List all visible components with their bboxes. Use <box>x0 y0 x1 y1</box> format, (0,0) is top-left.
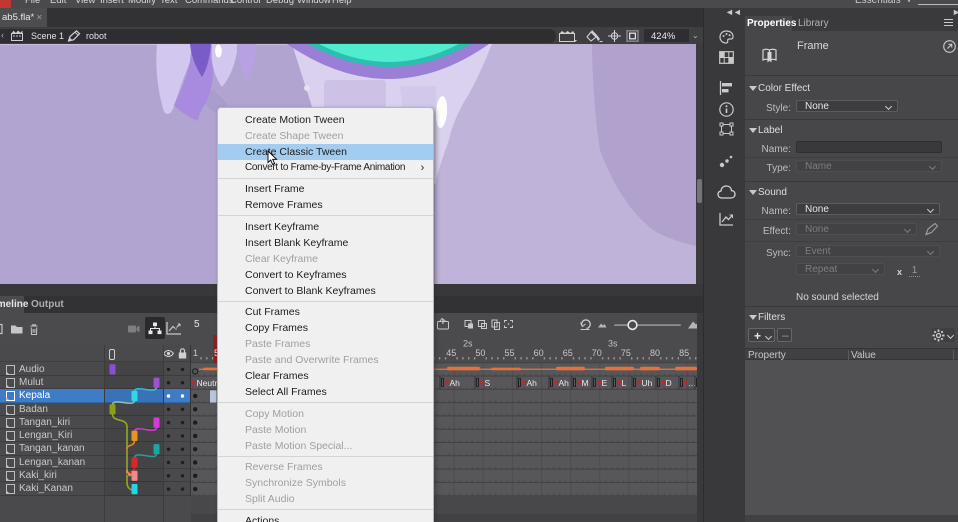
svg-text:65: 65 <box>563 348 573 358</box>
svg-text:S: S <box>485 378 491 388</box>
svg-text:50: 50 <box>475 348 485 358</box>
svg-text:2s: 2s <box>463 339 473 349</box>
svg-text:55: 55 <box>504 348 514 358</box>
svg-text:Ah: Ah <box>450 378 461 388</box>
svg-text:70: 70 <box>592 348 602 358</box>
svg-text:Ah: Ah <box>559 378 570 388</box>
svg-text:3s: 3s <box>608 339 618 349</box>
svg-text:Ah: Ah <box>527 378 538 388</box>
svg-text:D: D <box>666 378 672 388</box>
svg-text:1: 1 <box>193 348 198 358</box>
svg-text:5: 5 <box>194 319 200 330</box>
svg-text:E: E <box>602 378 608 388</box>
svg-text:M: M <box>582 378 589 388</box>
svg-text:L: L <box>622 378 627 388</box>
svg-text:45: 45 <box>446 348 456 358</box>
svg-text:60: 60 <box>534 348 544 358</box>
svg-text:85: 85 <box>679 348 689 358</box>
svg-text:80: 80 <box>650 348 660 358</box>
svg-text:Uh: Uh <box>642 378 653 388</box>
svg-text:75: 75 <box>621 348 631 358</box>
